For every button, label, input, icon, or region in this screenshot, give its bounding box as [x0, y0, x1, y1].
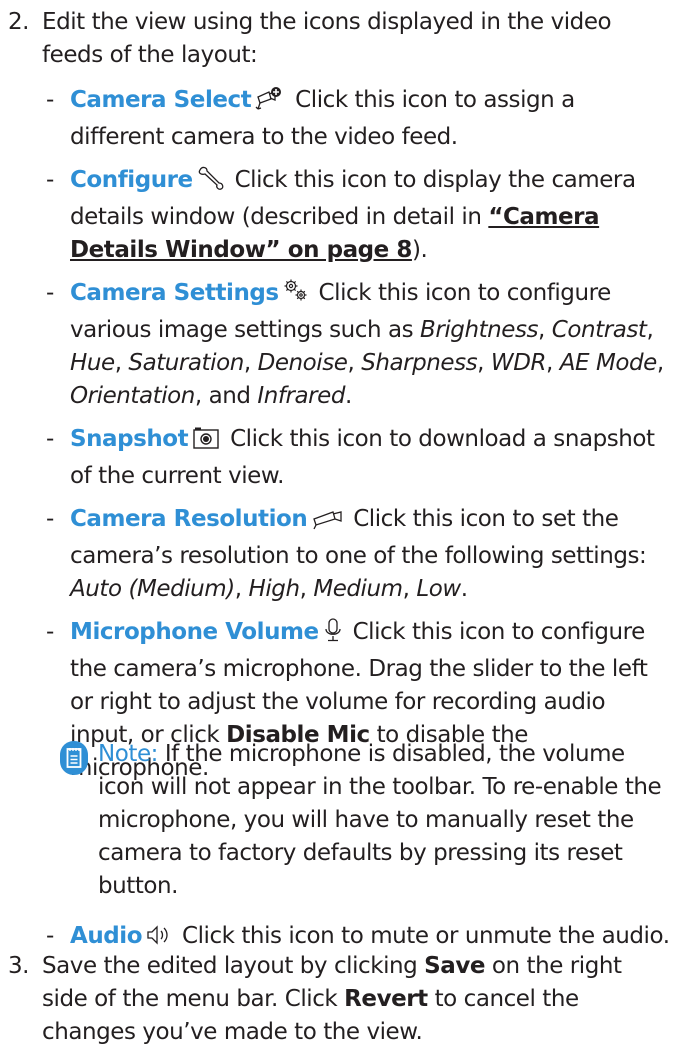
term-audio: Audio — [70, 923, 143, 949]
note-icon — [60, 741, 88, 775]
term-microphone-volume: Microphone Volume — [70, 619, 319, 645]
term-snapshot: Snapshot — [70, 426, 189, 452]
camera-select-icon — [255, 85, 285, 121]
revert-label: Revert — [344, 986, 428, 1012]
note-label: Note: — [98, 741, 158, 767]
step-text: Edit the view using the icons displayed … — [42, 9, 612, 68]
note-box: Note: If the microphone is disabled, the… — [46, 738, 673, 903]
term-camera-select: Camera Select — [70, 87, 252, 113]
wrench-icon — [197, 165, 225, 201]
list-item-snapshot: - Snapshot Click this icon to download a… — [46, 426, 655, 489]
step-number: 3. — [8, 953, 30, 979]
snapshot-icon — [192, 426, 220, 460]
list-item-configure: - Configure Click this icon to display t… — [46, 165, 636, 263]
term-configure: Configure — [70, 167, 193, 193]
gears-icon — [283, 278, 309, 314]
note-text: If the microphone is disabled, the volum… — [98, 741, 662, 899]
step-2: 2. Edit the view using the icons display… — [8, 6, 673, 72]
list-item-camera-settings: - Camera Settings Click this icon to con… — [46, 278, 664, 409]
step-3: 3. Save the edited layout by clicking Sa… — [8, 950, 673, 1049]
term-camera-resolution: Camera Resolution — [70, 506, 308, 532]
step-text: Save the edited layout by clicking Save … — [42, 953, 622, 1045]
microphone-icon — [323, 617, 343, 653]
list-item-camera-resolution: - Camera Resolution Click this icon to s… — [46, 506, 647, 602]
camera-outline-icon — [311, 507, 343, 540]
icon-list: - Camera Select Click this icon to assig… — [46, 84, 673, 795]
step-number: 2. — [8, 9, 30, 35]
list-item-camera-select: - Camera Select Click this icon to assig… — [46, 85, 575, 150]
save-label: Save — [424, 953, 486, 979]
term-camera-settings: Camera Settings — [70, 280, 279, 306]
page: 2. Edit the view using the icons display… — [0, 0, 673, 1047]
